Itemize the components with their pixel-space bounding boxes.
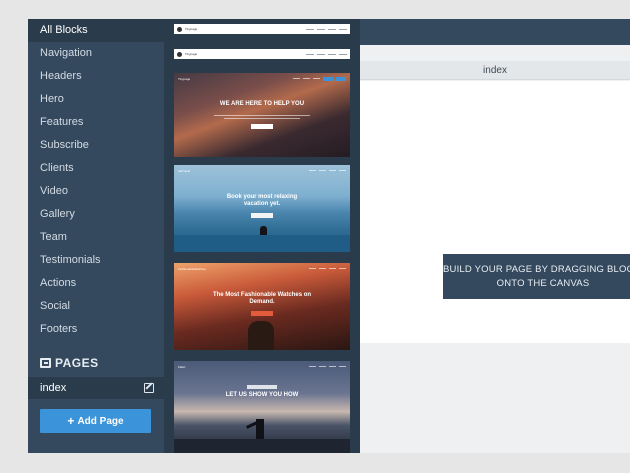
logo-icon xyxy=(177,51,182,57)
category-actions[interactable]: Actions xyxy=(28,272,164,295)
category-footers[interactable]: Footers xyxy=(28,318,164,341)
thumb-brand: JetTravel xyxy=(178,168,191,173)
pages-icon xyxy=(40,358,51,368)
thumb-brand: FashionableWatches xyxy=(178,266,206,271)
nav-links xyxy=(306,28,347,30)
ground xyxy=(174,439,350,453)
thumb-subtext xyxy=(214,115,310,116)
category-video[interactable]: Video xyxy=(28,180,164,203)
thumb-navbar: FashionableWatches xyxy=(178,266,346,271)
thumb-heading: LET US SHOW YOU HOW xyxy=(225,392,299,398)
category-social[interactable]: Social xyxy=(28,295,164,318)
thumb-cta xyxy=(251,213,273,218)
header-block-thumbnail[interactable]: Flash LET US SHOW YOU HOW xyxy=(174,361,350,453)
header-block-thumbnail[interactable]: FashionableWatches The Most Fashionable … xyxy=(174,263,350,350)
thumb-navbar: JetTravel xyxy=(178,168,346,173)
thumb-navbar: Flash xyxy=(178,364,346,369)
add-page-button[interactable]: + Add Page xyxy=(40,409,151,433)
navigation-block-thumbnail[interactable]: Tinypage xyxy=(174,49,350,59)
thumb-subtext xyxy=(224,118,300,119)
category-gallery[interactable]: Gallery xyxy=(28,203,164,226)
person-silhouette xyxy=(248,321,274,350)
drag-hint-line-2: ONTO THE CANVAS xyxy=(496,278,590,289)
page-canvas[interactable]: BUILD YOUR PAGE BY DRAGGING BLOCKS FROM … xyxy=(360,81,630,343)
category-headers[interactable]: Headers xyxy=(28,65,164,88)
thumb-navbar: Tinypage xyxy=(178,76,346,81)
category-clients[interactable]: Clients xyxy=(28,157,164,180)
header-block-thumbnail[interactable]: JetTravel Book your most relaxing vacati… xyxy=(174,165,350,252)
drag-hint: BUILD YOUR PAGE BY DRAGGING BLOCKS FROM … xyxy=(443,254,630,299)
nav-brand: Tinypage xyxy=(185,27,198,31)
category-subscribe[interactable]: Subscribe xyxy=(28,134,164,157)
nav-brand: Tinypage xyxy=(185,52,198,56)
category-all-blocks[interactable]: All Blocks xyxy=(28,19,164,42)
page-item-label: index xyxy=(40,382,67,394)
canvas-area: index BUILD YOUR PAGE BY DRAGGING BLOCKS… xyxy=(360,19,630,453)
page-tab[interactable]: index xyxy=(360,61,630,80)
thumb-heading: The Most Fashionable Watches on Demand. xyxy=(212,292,312,305)
nav-links xyxy=(306,53,347,55)
top-toolbar xyxy=(360,19,630,45)
app-window: All Blocks Navigation Headers Hero Featu… xyxy=(28,19,630,453)
edit-icon[interactable] xyxy=(144,383,154,393)
pool-water xyxy=(174,235,350,252)
sidebar: All Blocks Navigation Headers Hero Featu… xyxy=(28,19,164,453)
category-features[interactable]: Features xyxy=(28,111,164,134)
blocks-panel: Tinypage Tinypage Tinypage WE ARE HERE T… xyxy=(164,19,360,453)
category-navigation[interactable]: Navigation xyxy=(28,42,164,65)
page-item-index[interactable]: index xyxy=(28,377,164,399)
thumb-brand: Tinypage xyxy=(178,76,191,81)
category-team[interactable]: Team xyxy=(28,226,164,249)
navigation-block-thumbnail[interactable]: Tinypage xyxy=(174,24,350,34)
pages-heading: PAGES xyxy=(40,356,99,370)
thumb-brand: Flash xyxy=(178,364,186,369)
thumb-cta xyxy=(251,124,273,129)
category-hero[interactable]: Hero xyxy=(28,88,164,111)
pages-title-label: PAGES xyxy=(55,356,99,370)
logo-icon xyxy=(177,26,182,32)
plus-icon: + xyxy=(67,414,75,428)
thumb-cta xyxy=(251,311,273,316)
drag-hint-line-1: BUILD YOUR PAGE BY DRAGGING BLOCKS FROM … xyxy=(443,264,630,275)
thumb-heading: Book your most relaxing vacation yet. xyxy=(226,194,298,207)
add-page-label: Add Page xyxy=(77,415,124,427)
thumb-eyebrow xyxy=(247,385,277,389)
header-block-thumbnail[interactable]: Tinypage WE ARE HERE TO HELP YOU xyxy=(174,73,350,157)
thumb-heading: WE ARE HERE TO HELP YOU xyxy=(219,101,305,107)
category-testimonials[interactable]: Testimonials xyxy=(28,249,164,272)
